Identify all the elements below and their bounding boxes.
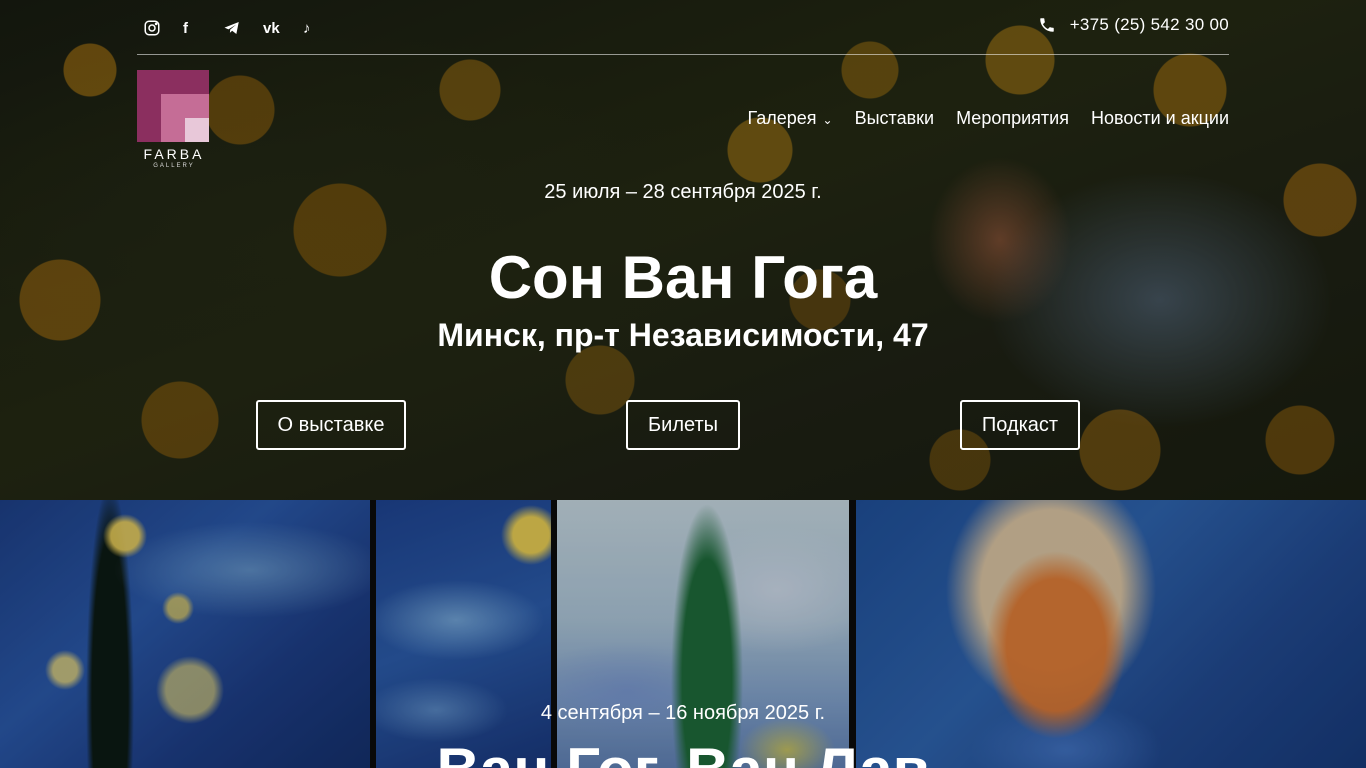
exhibition-title: Сон Ван Гога <box>488 244 878 311</box>
tiktok-icon[interactable]: ♪ <box>303 18 343 38</box>
nav-item-gallery[interactable]: Галерея ⌄ <box>748 108 833 129</box>
exhibition-dates: 25 июля – 28 сентября 2025 г. <box>544 181 822 203</box>
exhibition-title-2: Ван Гог. Ван Лав <box>0 740 1366 768</box>
hero-banner-van-gog-van-lav: 4 сентября – 16 ноября 2025 г. Ван Гог. … <box>0 500 1366 768</box>
chevron-down-icon: ⌄ <box>822 112 833 127</box>
exhibition-dates-2: 4 сентября – 16 ноября 2025 г. <box>540 702 826 724</box>
nav-item-exhibitions[interactable]: Выставки <box>855 108 935 129</box>
social-links: f vk ♪ <box>143 18 343 38</box>
phone-icon <box>1039 18 1054 32</box>
phone-number[interactable]: +375 (25) 542 30 00 <box>1070 15 1229 35</box>
vk-icon[interactable]: vk <box>263 18 303 38</box>
exhibition-address: Минск, пр-т Независимости, 47 <box>437 317 929 353</box>
logo-subtitle: GALLERY <box>153 163 195 169</box>
hero-banner-son-van-goga: f vk ♪ +375 (25) 542 30 00 FARBA GALLERY… <box>0 0 1366 500</box>
facebook-icon[interactable]: f <box>183 18 223 38</box>
nav-item-events[interactable]: Мероприятия <box>956 108 1069 129</box>
header-divider <box>137 54 1229 55</box>
logo-mark <box>137 70 209 142</box>
telegram-icon[interactable] <box>223 18 263 38</box>
phone-contact[interactable]: +375 (25) 542 30 00 <box>1038 15 1229 35</box>
nav-item-news[interactable]: Новости и акции <box>1091 108 1229 129</box>
logo-name: FARBA <box>143 146 205 162</box>
main-nav: Галерея ⌄ Выставки Мероприятия Новости и… <box>748 108 1229 129</box>
about-exhibition-button[interactable]: О выставке <box>256 400 406 450</box>
tickets-button[interactable]: Билеты <box>626 400 740 450</box>
instagram-icon[interactable] <box>143 18 183 38</box>
farba-gallery-logo[interactable]: FARBA GALLERY <box>137 70 211 169</box>
podcast-button[interactable]: Подкаст <box>960 400 1080 450</box>
